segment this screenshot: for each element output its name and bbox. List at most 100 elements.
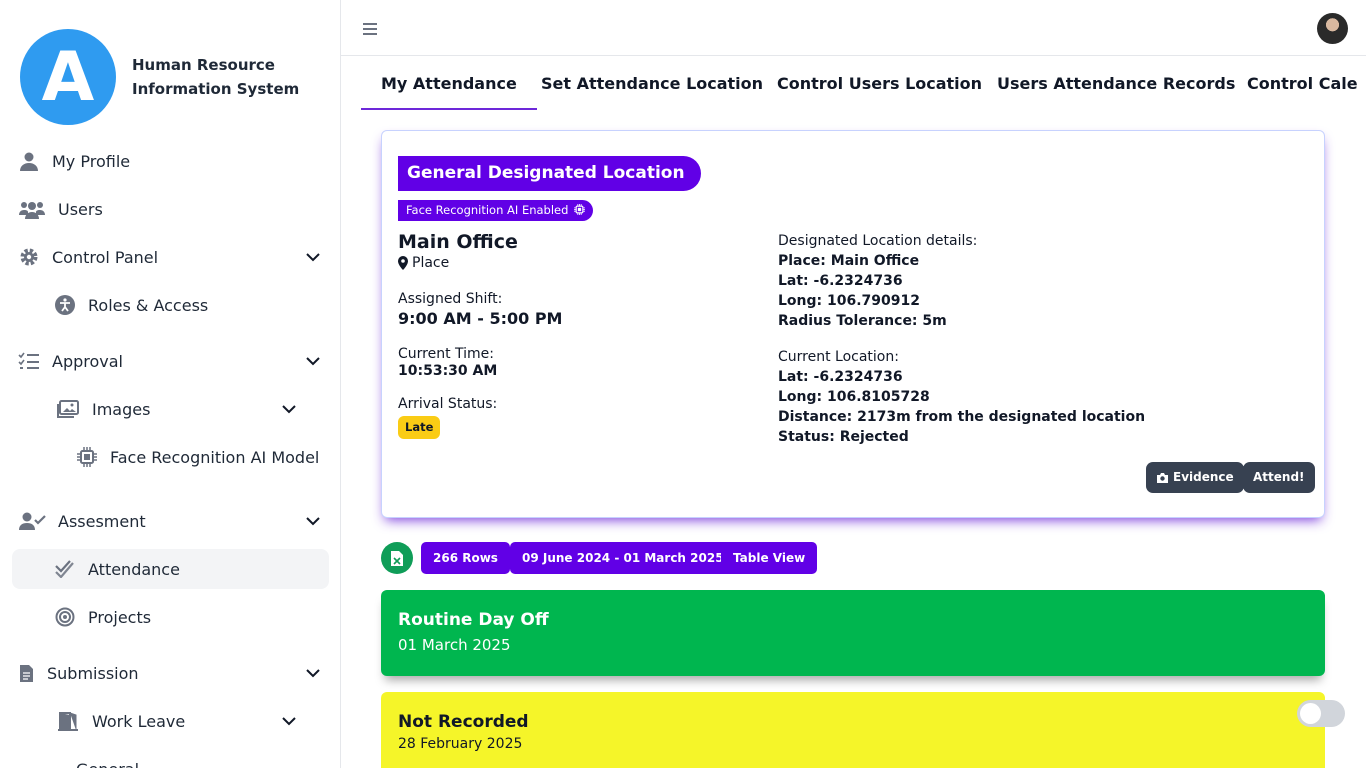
- sidebar-item-label: Images: [92, 399, 151, 419]
- time-value: 10:53:30 AM: [398, 363, 498, 379]
- sidebar: A Human Resource Information System My P…: [0, 0, 341, 768]
- radius-tolerance: Radius Tolerance: 5m: [778, 313, 947, 329]
- ai-badge: Face Recognition AI Enabled: [398, 200, 594, 221]
- menu-icon[interactable]: [363, 23, 377, 35]
- brand-line-1: Human Resource: [132, 56, 275, 74]
- tab-set-attendance-location[interactable]: Set Attendance Location: [541, 56, 763, 110]
- chevron-down-icon[interactable]: [281, 713, 297, 729]
- user-icon: [18, 150, 40, 172]
- current-long: Long: 106.8105728: [778, 389, 930, 405]
- card-right-column: Designated Location details: Place: Main…: [778, 231, 1298, 447]
- status: Status: Rejected: [778, 429, 909, 445]
- theme-toggle[interactable]: [1297, 700, 1345, 727]
- chevron-down-icon[interactable]: [305, 249, 321, 265]
- rows-count-chip[interactable]: 266 Rows: [421, 542, 510, 574]
- date-range-chip[interactable]: 09 June 2024 - 01 March 2025: [510, 542, 736, 574]
- card-title: General Designated Location: [398, 156, 701, 191]
- double-check-icon: [54, 558, 76, 580]
- card-left-column: Main Office Place Assigned Shift: 9:00 A…: [398, 231, 758, 439]
- sidebar-item-roles-access[interactable]: Roles & Access: [48, 285, 329, 325]
- sidebar-item-label: Attendance: [88, 559, 180, 579]
- sidebar-item-submission[interactable]: Submission: [12, 653, 329, 693]
- images-icon: [56, 398, 80, 420]
- chip-icon: [76, 446, 98, 468]
- distance: Distance: 2173m from the designated loca…: [778, 409, 1146, 425]
- sidebar-item-attendance[interactable]: Attendance: [12, 549, 329, 589]
- map-pin-icon: [398, 256, 408, 270]
- sidebar-item-label: Projects: [88, 607, 152, 627]
- users-icon: [18, 198, 46, 220]
- target-icon: [54, 606, 76, 628]
- tab-bar: My Attendance Set Attendance Location Co…: [341, 56, 1366, 112]
- camera-icon: [1157, 473, 1168, 483]
- sidebar-item-work-leave[interactable]: Work Leave: [48, 701, 305, 741]
- designated-lat: Lat: -6.2324736: [778, 273, 903, 289]
- chevron-down-icon[interactable]: [305, 513, 321, 529]
- sidebar-item-label: My Profile: [52, 151, 131, 171]
- sidebar-item-approval[interactable]: Approval: [12, 341, 329, 381]
- sidebar-item-general[interactable]: General: [76, 749, 329, 768]
- record-card[interactable]: Not Recorded 28 February 2025: [381, 692, 1325, 768]
- sidebar-item-assesment[interactable]: Assesment: [12, 501, 329, 541]
- toggle-knob: [1300, 703, 1321, 724]
- attend-button[interactable]: Attend!: [1243, 462, 1315, 493]
- tab-control-users-location[interactable]: Control Users Location: [777, 56, 982, 110]
- shift-value: 9:00 AM - 5:00 PM: [398, 309, 563, 328]
- sidebar-item-label: Submission: [47, 663, 139, 683]
- record-title: Not Recorded: [398, 712, 529, 732]
- arrival-status-badge: Late: [398, 416, 441, 439]
- sidebar-item-label: Face Recognition AI Model: [110, 447, 320, 467]
- sidebar-item-label: Control Panel: [52, 247, 159, 267]
- sidebar-item-label: Work Leave: [92, 711, 186, 731]
- place-type-label: Place: [412, 255, 450, 271]
- record-card[interactable]: Routine Day Off 01 March 2025: [381, 590, 1325, 676]
- sidebar-item-images[interactable]: Images: [48, 389, 305, 429]
- tab-users-attendance-records[interactable]: Users Attendance Records: [997, 56, 1235, 110]
- accessibility-icon: [54, 294, 76, 316]
- user-check-icon: [18, 510, 46, 532]
- top-bar: [341, 0, 1366, 56]
- brand-line-2: Information System: [132, 80, 300, 98]
- app-logo: A: [20, 29, 116, 125]
- chevron-down-icon[interactable]: [305, 665, 321, 681]
- app-root: A Human Resource Information System My P…: [0, 0, 1366, 768]
- chevron-down-icon[interactable]: [281, 401, 297, 417]
- door-icon: [56, 710, 80, 732]
- sidebar-item-control-panel[interactable]: Control Panel: [12, 237, 329, 277]
- sidebar-item-label: Approval: [52, 351, 123, 371]
- sidebar-item-my-profile[interactable]: My Profile: [12, 141, 329, 181]
- evidence-button[interactable]: Evidence: [1146, 462, 1244, 493]
- sidebar-item-users[interactable]: Users: [12, 189, 329, 229]
- evidence-button-label: Evidence: [1173, 470, 1234, 484]
- record-date: 28 February 2025: [398, 736, 523, 752]
- sidebar-item-projects[interactable]: Projects: [48, 597, 329, 637]
- avatar[interactable]: [1317, 13, 1348, 44]
- attendance-card: General Designated Location Face Recogni…: [381, 130, 1325, 518]
- time-label: Current Time:: [398, 346, 495, 362]
- gear-icon: [18, 246, 40, 268]
- table-view-chip[interactable]: Table View: [721, 542, 818, 574]
- chip-icon: [574, 204, 586, 215]
- chevron-down-icon[interactable]: [305, 353, 321, 369]
- record-date: 01 March 2025: [398, 636, 511, 654]
- checklist-icon: [18, 350, 40, 372]
- designated-place: Place: Main Office: [778, 253, 920, 269]
- excel-file-icon: [391, 550, 403, 566]
- sidebar-item-label: General: [76, 760, 139, 768]
- record-title: Routine Day Off: [398, 610, 549, 630]
- export-excel-button[interactable]: [381, 542, 413, 574]
- sidebar-item-face-recognition-ai-model[interactable]: Face Recognition AI Model: [68, 437, 329, 477]
- shift-label: Assigned Shift:: [398, 291, 503, 307]
- brand[interactable]: A Human Resource Information System: [20, 29, 302, 125]
- designated-long: Long: 106.790912: [778, 293, 920, 309]
- document-icon: [18, 662, 35, 684]
- tab-control-calendar[interactable]: Control Cale: [1247, 56, 1358, 110]
- current-lat: Lat: -6.2324736: [778, 369, 903, 385]
- place-type: Place: [398, 255, 758, 271]
- brand-title: Human Resource Information System: [132, 53, 302, 101]
- arrival-label: Arrival Status:: [398, 396, 498, 412]
- sidebar-item-label: Roles & Access: [88, 295, 209, 315]
- designated-heading: Designated Location details:: [778, 233, 978, 249]
- sidebar-item-label: Users: [58, 199, 103, 219]
- tab-my-attendance[interactable]: My Attendance: [361, 56, 537, 110]
